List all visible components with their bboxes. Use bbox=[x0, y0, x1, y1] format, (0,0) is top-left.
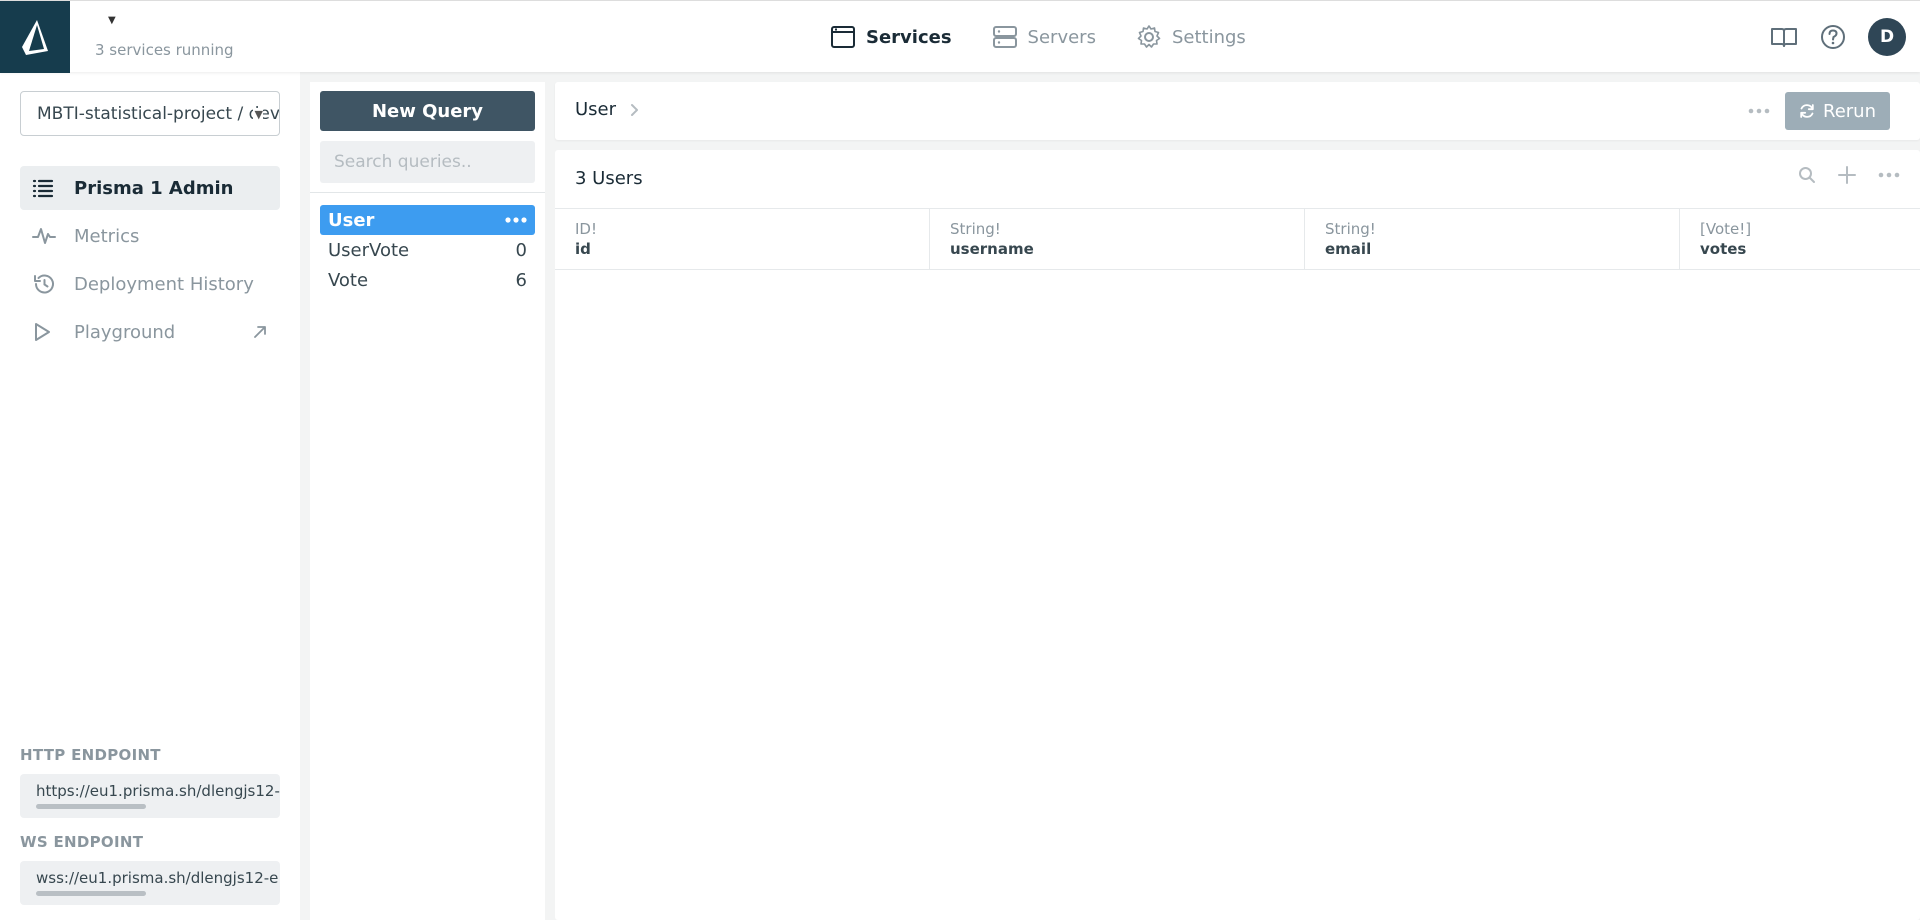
prisma-logo-icon bbox=[22, 20, 48, 55]
ws-endpoint-scrollbar[interactable] bbox=[36, 891, 146, 896]
ws-endpoint-value: wss://eu1.prisma.sh/dlengjs12-e bbox=[36, 869, 279, 887]
column-type: String! bbox=[950, 220, 1001, 238]
servers-icon bbox=[992, 26, 1017, 48]
http-endpoint-value: https://eu1.prisma.sh/dlengjs12- bbox=[36, 782, 280, 800]
new-query-button[interactable]: New Query bbox=[320, 91, 535, 131]
http-endpoint-label: HTTP ENDPOINT bbox=[20, 746, 161, 764]
play-icon bbox=[35, 323, 50, 341]
nav-servers-label: Servers bbox=[1027, 26, 1096, 48]
query-item-user[interactable]: User bbox=[320, 205, 535, 235]
query-list-panel: New Query User UserVote 0 Vote 6 bbox=[310, 82, 545, 920]
chevron-down-icon: ▼ bbox=[252, 108, 263, 121]
nav-services-label: Services bbox=[866, 26, 952, 48]
query-header: User Rerun bbox=[555, 82, 1920, 140]
http-endpoint-scrollbar[interactable] bbox=[36, 804, 146, 809]
ws-endpoint-label: WS ENDPOINT bbox=[20, 833, 144, 851]
project-dropdown-caret[interactable]: ▼ bbox=[108, 15, 116, 26]
gear-icon bbox=[1137, 25, 1161, 48]
help-icon[interactable] bbox=[1820, 24, 1846, 50]
query-item-name: UserVote bbox=[328, 239, 410, 261]
external-link-icon bbox=[254, 326, 266, 338]
column-header-votes[interactable]: [Vote!] votes bbox=[1680, 209, 1920, 269]
more-dots-icon[interactable] bbox=[1878, 172, 1900, 178]
sidebar-item-label: Deployment History bbox=[74, 273, 254, 295]
query-item-name: Vote bbox=[328, 269, 369, 291]
table-tools bbox=[1798, 166, 1900, 184]
sidebar-item-metrics[interactable]: Metrics bbox=[20, 214, 280, 258]
query-item-uservote[interactable]: UserVote 0 bbox=[320, 235, 535, 265]
sidebar-item-label: Metrics bbox=[74, 225, 140, 247]
nav-settings-label: Settings bbox=[1171, 26, 1246, 48]
breadcrumb: User bbox=[575, 99, 640, 120]
chevron-right-icon bbox=[631, 103, 639, 116]
left-sidebar: MBTI-statistical-project / dev ▼ Prisma … bbox=[0, 72, 300, 920]
table-header: ID! id String! username String! email [V… bbox=[555, 208, 1920, 270]
book-icon[interactable] bbox=[1770, 25, 1798, 49]
pulse-icon bbox=[32, 228, 56, 244]
sidebar-item-playground[interactable]: Playground bbox=[20, 310, 280, 354]
nav-services[interactable]: Services bbox=[830, 25, 952, 49]
column-name: id bbox=[575, 240, 591, 258]
window-icon bbox=[831, 26, 855, 48]
sidebar-item-label: Prisma 1 Admin bbox=[74, 177, 234, 199]
prisma-logo[interactable] bbox=[0, 1, 70, 73]
http-endpoint-field[interactable]: https://eu1.prisma.sh/dlengjs12- bbox=[20, 774, 280, 818]
plus-icon[interactable] bbox=[1838, 166, 1856, 184]
ws-endpoint-field[interactable]: wss://eu1.prisma.sh/dlengjs12-e bbox=[20, 861, 280, 905]
more-dots-icon[interactable] bbox=[505, 217, 527, 223]
main-nav: Services Servers Settings bbox=[830, 1, 1246, 73]
sidebar-menu: Prisma 1 Admin Metrics Deployment Histor… bbox=[20, 166, 280, 358]
services-running-status: 3 services running bbox=[95, 41, 234, 59]
nav-servers[interactable]: Servers bbox=[992, 25, 1096, 49]
column-name: email bbox=[1325, 240, 1372, 258]
list-icon bbox=[32, 179, 54, 198]
project-select-value: MBTI-statistical-project / dev bbox=[37, 103, 280, 124]
query-item-count: 6 bbox=[515, 269, 527, 291]
history-icon bbox=[34, 274, 54, 294]
column-header-email[interactable]: String! email bbox=[1305, 209, 1680, 269]
column-type: ID! bbox=[575, 220, 597, 238]
record-count: 3 Users bbox=[575, 168, 643, 189]
column-type: String! bbox=[1325, 220, 1376, 238]
column-name: votes bbox=[1700, 240, 1747, 258]
more-dots-icon[interactable] bbox=[1748, 108, 1770, 114]
column-header-id[interactable]: ID! id bbox=[555, 209, 930, 269]
sidebar-item-label: Playground bbox=[74, 321, 176, 343]
column-type: [Vote!] bbox=[1700, 220, 1752, 238]
top-right-actions: D bbox=[1770, 1, 1906, 73]
query-item-vote[interactable]: Vote 6 bbox=[320, 265, 535, 295]
user-avatar[interactable]: D bbox=[1868, 18, 1906, 56]
data-browser: 3 Users ID! id String! username String! … bbox=[555, 150, 1920, 920]
sidebar-item-deployment-history[interactable]: Deployment History bbox=[20, 262, 280, 306]
search-queries-input[interactable] bbox=[320, 141, 535, 183]
refresh-icon bbox=[1800, 104, 1814, 118]
column-header-username[interactable]: String! username bbox=[930, 209, 1305, 269]
query-item-count: 0 bbox=[515, 239, 527, 261]
query-list: User UserVote 0 Vote 6 bbox=[320, 205, 535, 295]
divider bbox=[310, 192, 545, 193]
nav-settings[interactable]: Settings bbox=[1136, 24, 1246, 50]
rerun-label: Rerun bbox=[1823, 100, 1876, 122]
column-name: username bbox=[950, 240, 1034, 258]
sidebar-item-prisma-admin[interactable]: Prisma 1 Admin bbox=[20, 166, 280, 210]
search-icon[interactable] bbox=[1798, 166, 1816, 184]
top-bar: ▼ 3 services running Services Servers Se… bbox=[0, 0, 1920, 73]
breadcrumb-model[interactable]: User bbox=[575, 99, 616, 120]
project-select[interactable]: MBTI-statistical-project / dev ▼ bbox=[20, 91, 280, 136]
rerun-button[interactable]: Rerun bbox=[1785, 92, 1890, 130]
query-item-name: User bbox=[328, 209, 375, 231]
